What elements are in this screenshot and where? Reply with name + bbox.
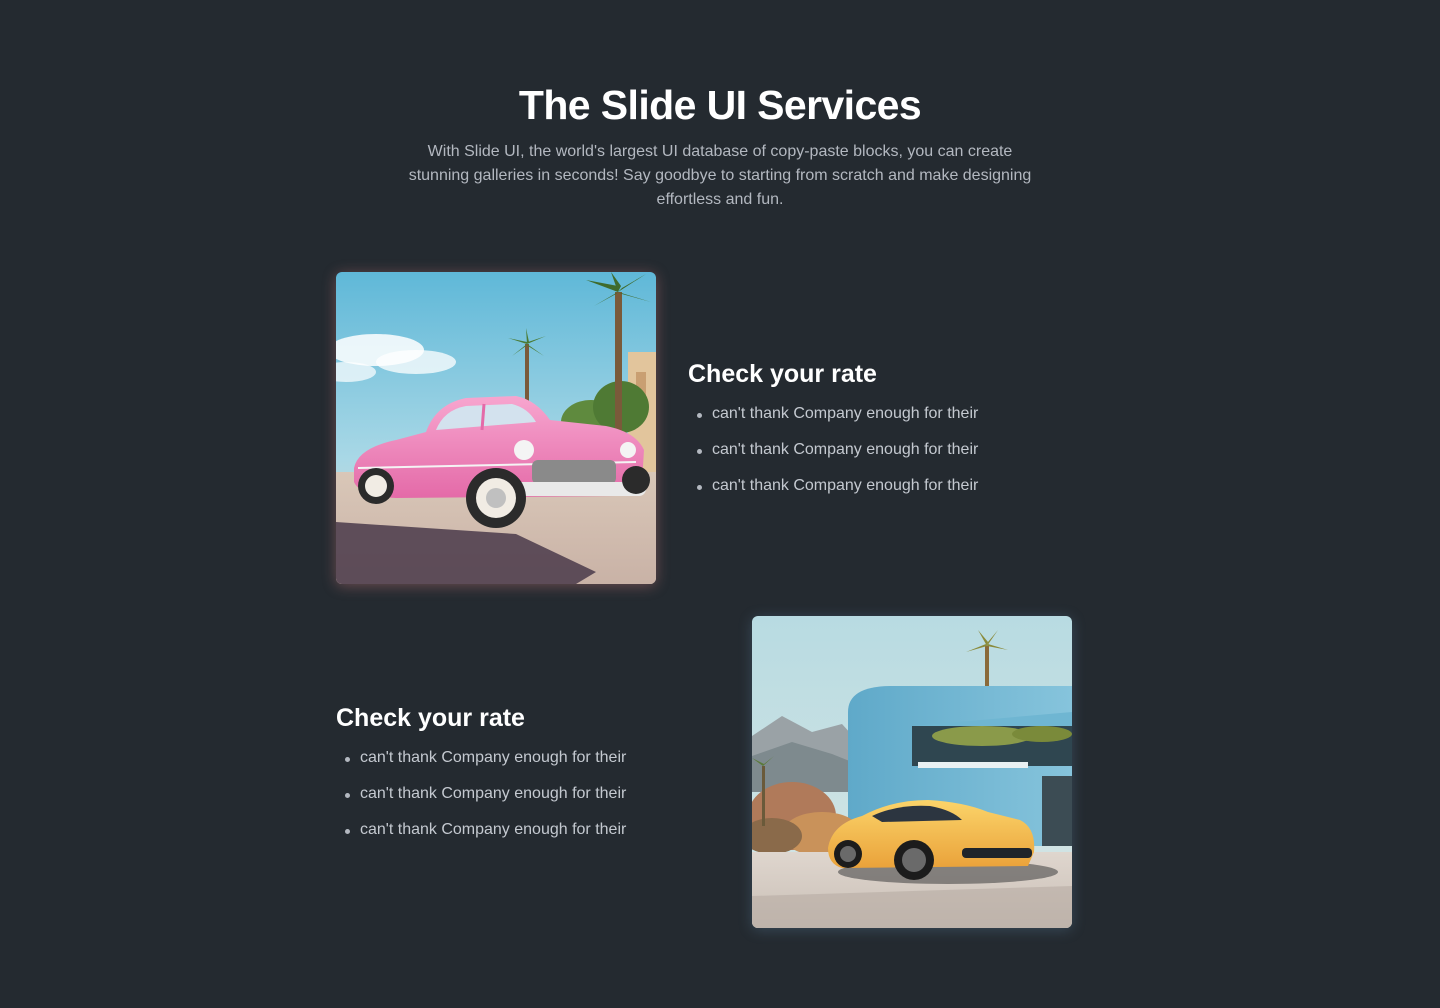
list-item: can't thank Company enough for their: [336, 782, 716, 806]
page-subtitle: With Slide UI, the world's largest UI da…: [408, 143, 1032, 208]
pink-vintage-car-image: [336, 272, 656, 584]
feature-heading-2: Check your rate: [336, 704, 525, 732]
feature-heading-1: Check your rate: [688, 360, 877, 388]
list-item: can't thank Company enough for their: [688, 402, 1068, 426]
list-item: can't thank Company enough for their: [688, 474, 1068, 498]
list-item: can't thank Company enough for their: [336, 818, 716, 842]
services-header: The Slide UI Services With Slide UI, the…: [0, 80, 1440, 212]
list-item: can't thank Company enough for their: [336, 746, 716, 770]
feature-text-1: Check your rate can't thank Company enou…: [688, 358, 1068, 510]
list-item: can't thank Company enough for their: [688, 438, 1068, 462]
page-title: The Slide UI Services: [518, 82, 922, 128]
feature-text-2: Check your rate can't thank Company enou…: [336, 702, 716, 854]
feature-list-1: can't thank Company enough for their can…: [688, 402, 1068, 498]
feature-list-2: can't thank Company enough for their can…: [336, 746, 716, 842]
yellow-sports-car-image: [752, 616, 1072, 928]
